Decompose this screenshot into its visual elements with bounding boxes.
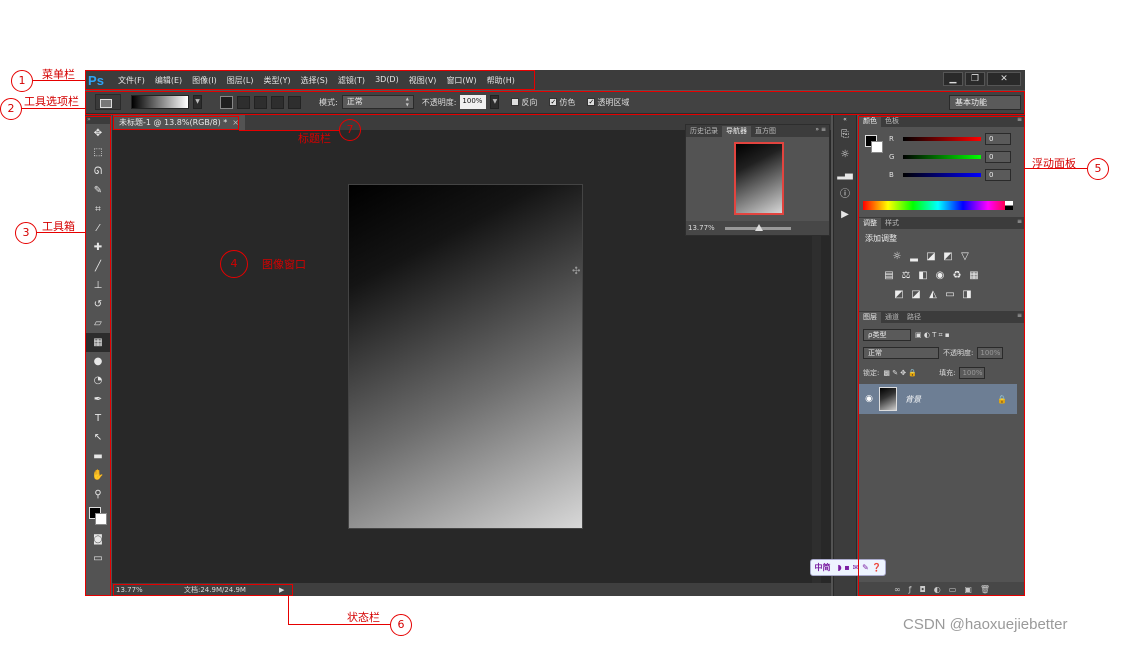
minimize-button[interactable]: ▁: [943, 72, 963, 86]
title-bar-highlight: [113, 116, 239, 130]
window-controls: ▁ ❐ ✕: [943, 72, 1021, 86]
navigator-zoom[interactable]: 13.77%: [688, 224, 715, 232]
floating-panels-highlight: [858, 116, 1025, 596]
close-button[interactable]: ✕: [987, 72, 1021, 86]
annotation-2-label: 工具选项栏: [24, 95, 79, 108]
navigator-panel: 历史记录 导航器 直方图 » ≡ 13.77%: [685, 124, 830, 236]
history-icon[interactable]: ⎘: [834, 125, 856, 145]
canvas-gradient-image[interactable]: [348, 184, 583, 529]
csdn-watermark: CSDN @haoxuejiebetter: [903, 616, 1068, 633]
collapsed-panel-strip: « ⎘ ☼ ▂▄ ⓘ ▶: [833, 115, 857, 596]
navigator-controls: 13.77%: [686, 221, 829, 235]
annotation-6-label: 状态栏: [347, 611, 380, 624]
strip-grip-icon[interactable]: «: [834, 115, 856, 125]
status-bar-highlight: [113, 584, 293, 596]
navigator-zoom-slider[interactable]: [724, 223, 791, 231]
annotation-7-circle: 7: [339, 119, 361, 141]
annotation-4-label: 图像窗口: [262, 258, 306, 271]
levels-icon[interactable]: ▂▄: [834, 165, 856, 185]
tab-history[interactable]: 历史记录: [686, 126, 722, 137]
brightness-icon[interactable]: ☼: [834, 145, 856, 165]
actions-play-icon[interactable]: ▶: [834, 205, 856, 225]
panel-menu-icon[interactable]: » ≡: [815, 126, 826, 133]
ime-label: 中简: [814, 563, 831, 572]
annotation-3-label: 工具箱: [42, 220, 75, 233]
annotation-1-label: 菜单栏: [42, 68, 75, 81]
toolbox-highlight: [85, 116, 111, 596]
annotation-1-circle: 1: [11, 70, 33, 92]
restore-button[interactable]: ❐: [965, 72, 985, 86]
info-icon[interactable]: ⓘ: [834, 185, 856, 205]
annotation-5-label: 浮动面板: [1032, 157, 1076, 170]
annotation-5-circle: 5: [1087, 158, 1109, 180]
tab-histogram[interactable]: 直方图: [751, 126, 780, 137]
annotation-6-circle: 6: [390, 614, 412, 636]
navigator-panel-tabs: 历史记录 导航器 直方图 » ≡: [686, 125, 829, 137]
annotation-6-vline: [288, 596, 289, 624]
menu-bar-highlight: [85, 70, 535, 90]
annotation-7-label: 标题栏: [298, 132, 331, 145]
tab-navigator[interactable]: 导航器: [722, 126, 751, 137]
annotation-4-circle: 4: [220, 250, 248, 278]
options-bar-highlight: [85, 91, 1025, 115]
navigator-thumbnail[interactable]: [734, 142, 784, 215]
annotation-2-circle: 2: [0, 98, 22, 120]
annotation-3-circle: 3: [15, 222, 37, 244]
slider-knob-icon[interactable]: [754, 223, 763, 231]
crosshair-cursor-icon: ✣: [572, 266, 581, 277]
